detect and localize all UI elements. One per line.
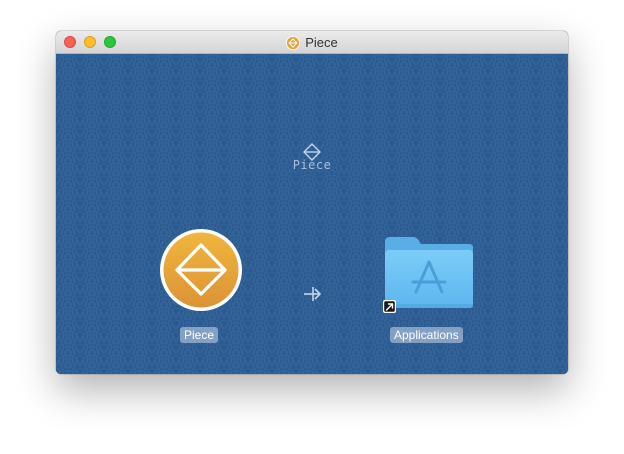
installer-background: Piece Piece Applications [56,54,568,374]
seigaiha-pattern [56,54,568,374]
installer-window: Piece Piece Piece Applications [56,31,568,374]
window-title: Piece [56,31,568,54]
title-bar[interactable]: Piece [56,31,568,54]
arrow-right-icon [304,287,322,301]
piece-app-icon[interactable] [158,227,244,313]
window-title-text: Piece [305,35,338,50]
brand-name: Piece [292,158,332,172]
applications-folder-icon[interactable] [383,234,475,330]
app-label: Piece [180,327,219,343]
alias-arrow-icon [383,300,396,313]
piece-logo-icon [286,35,301,50]
applications-label: Applications [390,327,463,343]
